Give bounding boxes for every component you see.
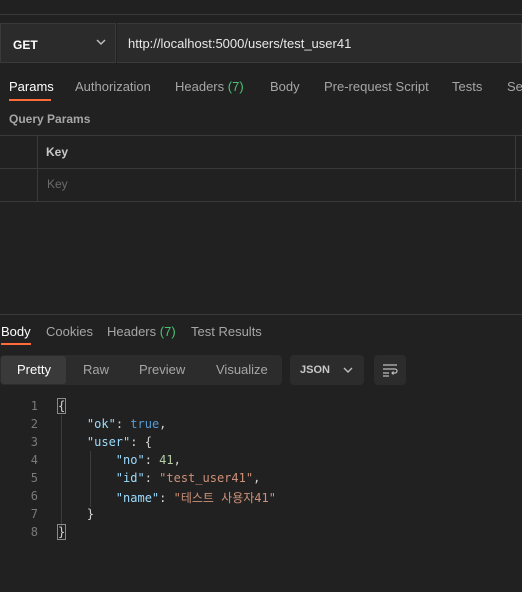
code-line: "id": "test_user41", <box>115 471 261 485</box>
url-text: http://localhost:5000/users/test_user41 <box>128 36 352 51</box>
code-line: } <box>56 524 67 540</box>
table-column-divider <box>515 135 516 201</box>
tab-headers[interactable]: Headers (7) <box>175 79 244 94</box>
top-divider <box>0 0 522 15</box>
json-value: 41 <box>159 453 174 467</box>
line-number: 2 <box>30 417 38 431</box>
table-border <box>0 135 522 136</box>
line-number: 6 <box>30 489 38 503</box>
response-tab-headers[interactable]: Headers (7) <box>107 324 176 339</box>
chevron-down-icon <box>343 367 353 373</box>
format-raw-button[interactable]: Raw <box>83 362 109 377</box>
json-key: "no" <box>115 453 145 467</box>
method-label: GET <box>13 38 38 52</box>
line-number: 1 <box>30 399 38 413</box>
line-number: 8 <box>30 525 38 539</box>
headers-count: (7) <box>227 79 244 94</box>
response-divider <box>0 314 522 315</box>
line-number: 7 <box>30 507 38 521</box>
line-number: 5 <box>30 471 38 485</box>
code-line: "ok": true, <box>86 417 167 431</box>
table-border <box>0 168 522 169</box>
json-value: "테스트 사용자41" <box>173 491 276 505</box>
active-tab-indicator <box>9 99 51 101</box>
wrap-lines-button[interactable] <box>374 355 406 385</box>
format-preview-button[interactable]: Preview <box>139 362 185 377</box>
chevron-down-icon <box>96 39 106 46</box>
json-key: "user" <box>86 435 131 449</box>
json-key: "name" <box>115 491 160 505</box>
tab-body[interactable]: Body <box>270 79 300 94</box>
response-tab-headers-label: Headers <box>107 324 157 339</box>
response-tab-body[interactable]: Body <box>1 324 31 339</box>
response-headers-count: (7) <box>159 324 176 339</box>
tab-headers-label: Headers <box>175 79 225 94</box>
code-line: } <box>58 507 95 521</box>
json-value: true <box>130 417 160 431</box>
query-params-title: Query Params <box>9 112 91 126</box>
tab-prerequest-script[interactable]: Pre-request Script <box>324 79 429 94</box>
code-line: { <box>56 398 67 414</box>
active-response-tab-indicator <box>1 343 31 345</box>
wrap-lines-icon <box>383 364 398 377</box>
key-input[interactable]: Key <box>47 177 68 191</box>
line-number: 3 <box>30 435 38 449</box>
code-line: "name": "테스트 사용자41" <box>115 491 276 505</box>
json-value: "test_user41" <box>159 471 254 485</box>
response-tab-cookies[interactable]: Cookies <box>46 324 93 339</box>
tab-params[interactable]: Params <box>9 79 54 94</box>
tab-tests[interactable]: Tests <box>452 79 482 94</box>
code-line: "no": 41, <box>115 453 181 467</box>
language-select-label: JSON <box>300 364 330 376</box>
response-tab-test-results[interactable]: Test Results <box>191 324 262 339</box>
table-column-divider <box>37 135 38 201</box>
json-key: "ok" <box>86 417 116 431</box>
json-key: "id" <box>115 471 145 485</box>
tab-settings[interactable]: Set <box>507 79 522 94</box>
format-pretty-button[interactable]: Pretty <box>17 362 51 377</box>
code-line: "user": { <box>86 435 152 449</box>
key-column-header: Key <box>46 145 69 159</box>
method-select[interactable]: GET <box>0 23 116 63</box>
format-visualize-button[interactable]: Visualize <box>216 362 268 377</box>
tab-authorization[interactable]: Authorization <box>75 79 151 94</box>
line-number: 4 <box>30 453 38 467</box>
table-border <box>0 201 522 202</box>
url-input[interactable]: http://localhost:5000/users/test_user41 <box>117 23 522 63</box>
